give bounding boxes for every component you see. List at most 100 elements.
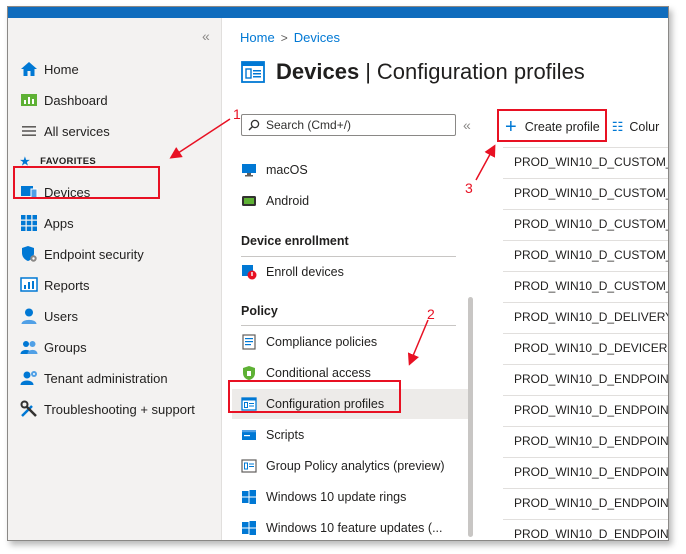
nav-item-label: Devices — [44, 184, 91, 200]
scripts-icon — [241, 427, 257, 443]
conditional-access-icon — [241, 365, 257, 381]
nav-item-label: Tenant administration — [44, 370, 168, 386]
nav-item-devices[interactable]: Devices — [20, 178, 90, 206]
nav-item-label: Home — [44, 61, 79, 77]
toolbar: + Create profile ☷ Colur — [477, 107, 659, 147]
devices-menu: Search (Cmd+/) « macOS Android Device en… — [222, 107, 477, 540]
profiles-pane: + Create profile ☷ Colur PROD_WIN10_D_CU… — [477, 107, 668, 540]
nav-item-label: Troubleshooting + support — [44, 401, 195, 417]
dashboard-icon — [20, 91, 38, 109]
profile-row[interactable]: PROD_WIN10_D_CUSTOM_Re — [514, 155, 668, 169]
menu-item-label: Windows 10 update rings — [266, 490, 407, 504]
nav-item-label: Reports — [44, 277, 90, 293]
row-divider — [503, 457, 668, 458]
create-profile-button[interactable]: + Create profile — [505, 117, 600, 137]
section-divider — [241, 325, 456, 326]
collapse-nav-icon[interactable]: « — [202, 28, 210, 44]
breadcrumb-separator: > — [280, 30, 288, 45]
columns-button[interactable]: ☷ Colur — [612, 119, 660, 135]
profile-row[interactable]: PROD_WIN10_D_DEVICERESTI — [514, 341, 668, 355]
menu-item-label: Scripts — [266, 428, 305, 442]
row-divider — [503, 395, 668, 396]
menu-item-android[interactable]: Android — [241, 186, 462, 216]
profile-row[interactable]: PROD_WIN10_D_ENDPOINTPI — [514, 527, 668, 540]
menu-item-configuration-profiles[interactable]: Configuration profiles — [232, 389, 468, 419]
devices-icon — [20, 183, 38, 201]
list-icon — [20, 122, 38, 140]
menu-item-conditional-access[interactable]: Conditional access — [241, 358, 462, 388]
profile-row[interactable]: PROD_WIN10_D_ENDPOINTPI — [514, 434, 668, 448]
profile-row[interactable]: PROD_WIN10_D_ENDPOINTPI — [514, 465, 668, 479]
groups-icon — [20, 338, 38, 356]
row-divider — [503, 240, 668, 241]
menu-item-windows-feature-updates[interactable]: Windows 10 feature updates (... — [241, 513, 462, 540]
menu-item-macos[interactable]: macOS — [241, 155, 462, 185]
top-bar — [8, 7, 668, 18]
breadcrumb-home-link[interactable]: Home — [240, 30, 275, 45]
nav-item-label: Dashboard — [44, 92, 108, 108]
nav-item-troubleshooting[interactable]: Troubleshooting + support — [20, 395, 195, 423]
page-title: Devices | Configuration profiles — [240, 59, 585, 85]
row-divider — [503, 178, 668, 179]
row-divider — [503, 364, 668, 365]
home-icon — [20, 60, 38, 78]
left-navigation: « Home Dashboard All services ★ FAVORITE… — [8, 18, 222, 540]
page-title-sub: Configuration profiles — [376, 59, 585, 84]
windows-icon — [241, 489, 257, 505]
menu-item-enroll-devices[interactable]: Enroll devices — [241, 257, 462, 287]
profile-row[interactable]: PROD_WIN10_D_CUSTOM_Us — [514, 248, 668, 262]
menu-item-compliance-policies[interactable]: Compliance policies — [241, 327, 462, 357]
favorites-header: ★ FAVORITES — [20, 155, 96, 168]
nav-item-endpoint-security[interactable]: Endpoint security — [20, 240, 144, 268]
group-policy-icon — [241, 458, 257, 474]
columns-label: Colur — [629, 120, 660, 134]
nav-item-label: Endpoint security — [44, 246, 144, 262]
nav-item-label: Apps — [44, 215, 74, 231]
favorites-label: FAVORITES — [40, 156, 97, 167]
nav-item-all-services[interactable]: All services — [20, 117, 110, 145]
profile-row[interactable]: PROD_WIN10_D_ENDPOINTPI — [514, 372, 668, 386]
nav-item-reports[interactable]: Reports — [20, 271, 90, 299]
nav-item-label: Groups — [44, 339, 87, 355]
search-placeholder: Search (Cmd+/) — [266, 118, 352, 132]
menu-item-label: Windows 10 feature updates (... — [266, 521, 443, 535]
nav-item-dashboard[interactable]: Dashboard — [20, 86, 108, 114]
profile-row[interactable]: PROD_WIN10_D_CUSTOM_Sk — [514, 186, 668, 200]
menu-scrollbar[interactable] — [468, 297, 473, 537]
monitor-icon — [241, 162, 257, 178]
profile-row[interactable]: PROD_WIN10_D_CUSTOM_Tir — [514, 217, 668, 231]
nav-item-apps[interactable]: Apps — [20, 209, 74, 237]
nav-item-home[interactable]: Home — [20, 55, 79, 83]
section-policy: Policy — [241, 304, 278, 318]
menu-item-label: Configuration profiles — [266, 397, 385, 411]
profile-row[interactable]: PROD_WIN10_D_ENDPOINTPI — [514, 496, 668, 510]
collapse-menu-icon[interactable]: « — [463, 117, 471, 133]
row-divider — [503, 147, 668, 148]
shield-icon — [20, 245, 38, 263]
menu-item-windows-update-rings[interactable]: Windows 10 update rings — [241, 482, 462, 512]
nav-item-label: All services — [44, 123, 110, 139]
apps-icon — [20, 214, 38, 232]
nav-item-users[interactable]: Users — [20, 302, 78, 330]
breadcrumb-devices-link[interactable]: Devices — [294, 30, 340, 45]
menu-item-group-policy-analytics[interactable]: Group Policy analytics (preview) — [241, 451, 462, 481]
create-profile-label: Create profile — [524, 120, 600, 134]
menu-item-scripts[interactable]: Scripts — [241, 420, 462, 450]
section-device-enrollment: Device enrollment — [241, 234, 349, 248]
user-icon — [20, 307, 38, 325]
search-input[interactable]: Search (Cmd+/) — [241, 114, 456, 136]
row-divider — [503, 426, 668, 427]
profile-row[interactable]: PROD_WIN10_D_CUSTOM_Wi — [514, 279, 668, 293]
portal-window: « Home Dashboard All services ★ FAVORITE… — [7, 6, 669, 541]
menu-item-label: macOS — [266, 163, 308, 177]
profile-row[interactable]: PROD_WIN10_D_ENDPOINTPI — [514, 403, 668, 417]
nav-item-tenant-administration[interactable]: Tenant administration — [20, 364, 168, 392]
row-divider — [503, 333, 668, 334]
nav-item-groups[interactable]: Groups — [20, 333, 87, 361]
profile-row[interactable]: PROD_WIN10_D_DELIVERYOP — [514, 310, 668, 324]
menu-item-label: Conditional access — [266, 366, 371, 380]
menu-item-label: Android — [266, 194, 310, 208]
breadcrumb: Home > Devices — [240, 30, 340, 45]
android-icon — [241, 193, 257, 209]
plus-icon: + — [505, 116, 517, 138]
